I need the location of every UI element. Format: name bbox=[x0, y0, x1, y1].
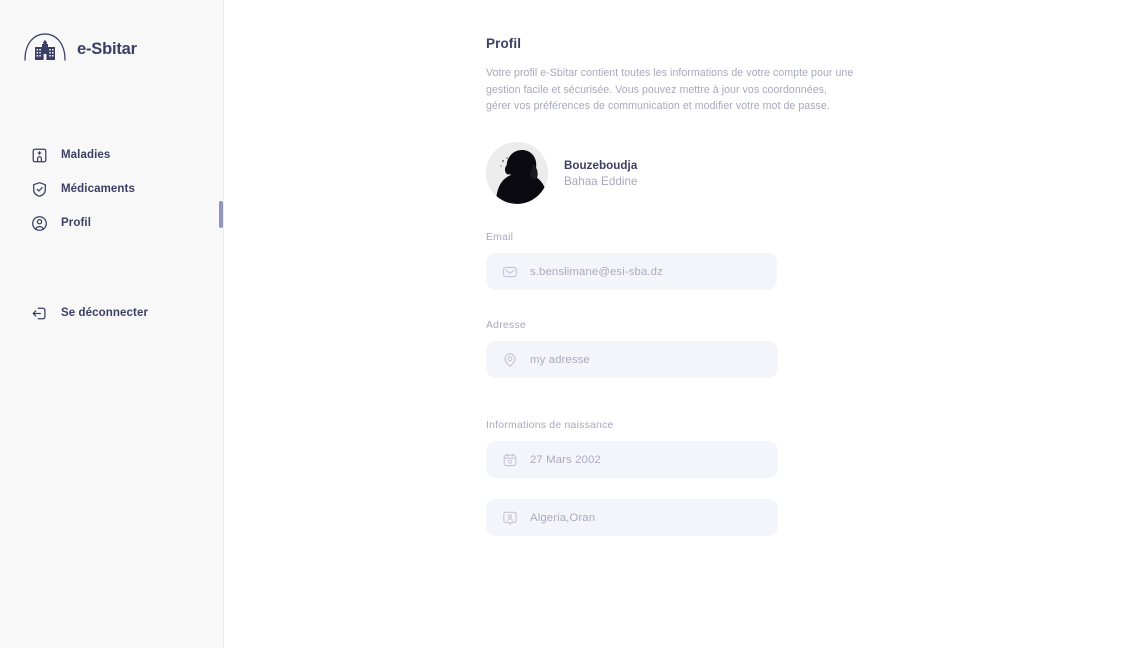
sidebar-item-medicaments[interactable]: Médicaments bbox=[0, 172, 223, 206]
id-badge-icon bbox=[502, 510, 518, 526]
profile-summary: Bouzeboudja Bahaa Eddine bbox=[486, 142, 1140, 205]
profile-names: Bouzeboudja Bahaa Eddine bbox=[564, 159, 637, 188]
birth-place-field[interactable]: Algeria,Oran bbox=[486, 499, 778, 537]
calendar-icon bbox=[502, 452, 518, 468]
field-group-naissance: Informations de naissance 27 Mars 2002 A… bbox=[486, 420, 1140, 537]
email-label: Email bbox=[486, 232, 514, 244]
avatar[interactable] bbox=[486, 142, 548, 205]
email-field[interactable]: s.benslimane@esi-sba.dz bbox=[486, 253, 777, 291]
active-nav-indicator bbox=[219, 201, 223, 228]
shield-check-icon bbox=[31, 181, 48, 198]
sidebar-nav: Maladies Médicaments Profil bbox=[0, 138, 223, 240]
logout-label: Se déconnecter bbox=[61, 307, 149, 319]
page-description: Votre profil e-Sbitar contient toutes le… bbox=[486, 67, 854, 113]
birth-date-field[interactable]: 27 Mars 2002 bbox=[486, 441, 778, 479]
hospital-arch-icon bbox=[22, 31, 68, 67]
envelope-icon bbox=[502, 264, 518, 280]
logout-button[interactable]: Se déconnecter bbox=[0, 296, 223, 330]
birth-place-value: Algeria,Oran bbox=[530, 511, 596, 524]
naissance-label: Informations de naissance bbox=[486, 420, 614, 432]
user-circle-icon bbox=[31, 215, 48, 232]
page-title: Profil bbox=[486, 36, 522, 51]
field-group-email: Email s.benslimane@esi-sba.dz bbox=[486, 232, 1140, 291]
adresse-value: my adresse bbox=[530, 353, 590, 366]
hospital-icon bbox=[31, 147, 48, 164]
adresse-field[interactable]: my adresse bbox=[486, 341, 778, 379]
sidebar-item-label: Médicaments bbox=[61, 183, 135, 195]
adresse-label: Adresse bbox=[486, 320, 526, 332]
main-content: Profil Votre profil e-Sbitar contient to… bbox=[224, 0, 1140, 648]
brand[interactable]: e-Sbitar bbox=[0, 0, 223, 67]
sidebar-item-maladies[interactable]: Maladies bbox=[0, 138, 223, 172]
field-spacer bbox=[486, 478, 1140, 499]
profile-last-name: Bouzeboudja bbox=[564, 158, 638, 172]
field-group-adresse: Adresse my adresse bbox=[486, 320, 1140, 379]
profile-first-name: Bahaa Eddine bbox=[564, 174, 638, 188]
brand-name: e-Sbitar bbox=[77, 39, 137, 58]
sidebar: e-Sbitar Maladies Médicaments Profil Se … bbox=[0, 0, 224, 648]
birth-date-value: 27 Mars 2002 bbox=[530, 453, 601, 466]
logout-icon bbox=[31, 305, 48, 322]
map-pin-icon bbox=[502, 352, 518, 368]
sidebar-item-profil[interactable]: Profil bbox=[0, 206, 223, 240]
email-value: s.benslimane@esi-sba.dz bbox=[530, 265, 663, 278]
sidebar-item-label: Maladies bbox=[61, 149, 111, 161]
app-root: e-Sbitar Maladies Médicaments Profil Se … bbox=[0, 0, 1140, 648]
sidebar-item-label: Profil bbox=[61, 217, 91, 229]
